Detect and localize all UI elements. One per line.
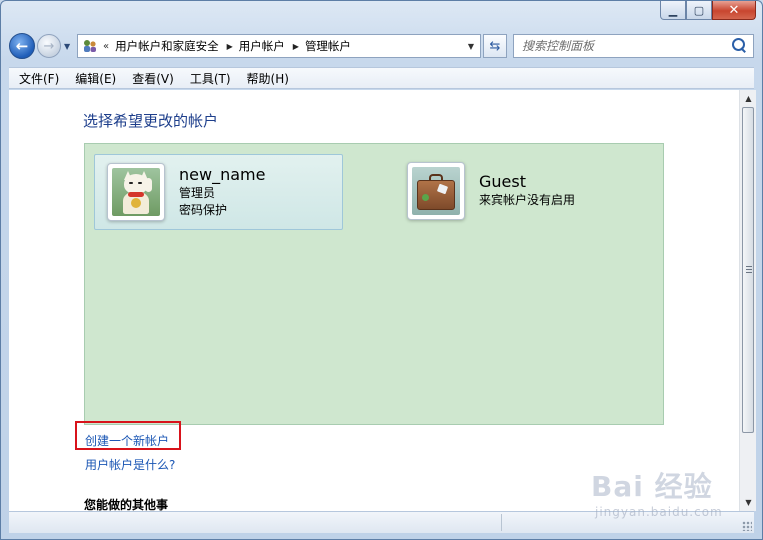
menu-bar: 文件(F) 编辑(E) 查看(V) 工具(T) 帮助(H) (9, 67, 754, 89)
suitcase-icon (412, 167, 460, 215)
maximize-button[interactable]: ▢ (686, 1, 712, 20)
close-icon: ✕ (728, 2, 740, 18)
minimize-icon: ▁ (668, 3, 678, 17)
forward-arrow-icon: → (43, 38, 55, 54)
caption-buttons: ▁ ▢ ✕ (660, 1, 756, 20)
account-name: new_name (179, 165, 266, 184)
main-content: 选择希望更改的帐户 new_name 管理员 密码保护 Guest 来宾帐户没有… (9, 90, 739, 511)
back-arrow-icon: ← (15, 37, 29, 55)
avatar (407, 162, 465, 220)
resize-grip-icon[interactable] (742, 521, 752, 531)
maximize-icon: ▢ (693, 3, 705, 17)
breadcrumb-item[interactable]: 用户帐户 (239, 38, 285, 54)
back-button[interactable]: ← (9, 33, 35, 59)
search-box (513, 34, 754, 58)
address-bar[interactable]: « 用户帐户和家庭安全 ▶ 用户帐户 ▶ 管理帐户 ▼ (77, 34, 481, 58)
minimize-button[interactable]: ▁ (660, 1, 686, 20)
users-icon (82, 38, 98, 54)
what-is-user-account-link[interactable]: 用户帐户是什么? (85, 456, 175, 473)
refresh-icon: ⇆ (489, 38, 501, 54)
chevron-down-icon: ▼ (64, 41, 71, 51)
scroll-up-icon[interactable]: ▲ (740, 90, 757, 107)
menu-tools[interactable]: 工具(T) (182, 70, 239, 87)
account-card-guest[interactable]: Guest 来宾帐户没有启用 (395, 154, 644, 230)
control-panel-window: ▁ ▢ ✕ ← → ▼ « 用户帐户和家庭安全 ▶ 用户帐户 ▶ 管理帐户 ▼ (0, 0, 763, 540)
breadcrumb-separator-icon[interactable]: ▶ (227, 42, 233, 51)
breadcrumb-overflow-icon[interactable]: « (103, 41, 109, 52)
scrollbar-thumb[interactable] (742, 107, 754, 433)
breadcrumb-separator-icon[interactable]: ▶ (293, 42, 299, 51)
breadcrumb-item[interactable]: 用户帐户和家庭安全 (115, 38, 219, 54)
status-bar (9, 511, 754, 533)
close-button[interactable]: ✕ (712, 1, 756, 20)
menu-file[interactable]: 文件(F) (11, 70, 67, 87)
account-name: Guest (479, 172, 526, 191)
create-account-link[interactable]: 创建一个新帐户 (85, 432, 169, 449)
breadcrumb-item-current[interactable]: 管理帐户 (305, 38, 351, 54)
other-tasks-heading: 您能做的其他事 (84, 498, 169, 511)
address-dropdown-icon[interactable]: ▼ (462, 42, 480, 51)
account-type: 管理员 (179, 186, 216, 200)
account-password-status: 密码保护 (179, 203, 228, 217)
avatar (107, 163, 165, 221)
menu-edit[interactable]: 编辑(E) (67, 70, 124, 87)
lucky-cat-icon (112, 168, 160, 216)
scroll-down-icon[interactable]: ▼ (740, 494, 757, 511)
account-status: 来宾帐户没有启用 (479, 193, 576, 207)
search-icon[interactable] (729, 36, 749, 56)
account-card-new-name[interactable]: new_name 管理员 密码保护 (94, 154, 343, 230)
vertical-scrollbar[interactable]: ▲ ▼ (739, 90, 756, 511)
refresh-button[interactable]: ⇆ (483, 34, 507, 58)
navigation-bar: ← → ▼ « 用户帐户和家庭安全 ▶ 用户帐户 ▶ 管理帐户 ▼ ⇆ (9, 31, 754, 61)
search-input[interactable] (514, 36, 729, 56)
accounts-panel: new_name 管理员 密码保护 Guest 来宾帐户没有启用 (84, 143, 664, 425)
menu-help[interactable]: 帮助(H) (239, 70, 297, 87)
page-title: 选择希望更改的帐户 (83, 112, 219, 130)
recent-pages-dropdown[interactable]: ▼ (64, 42, 74, 51)
forward-button[interactable]: → (37, 34, 61, 58)
menu-view[interactable]: 查看(V) (124, 70, 182, 87)
